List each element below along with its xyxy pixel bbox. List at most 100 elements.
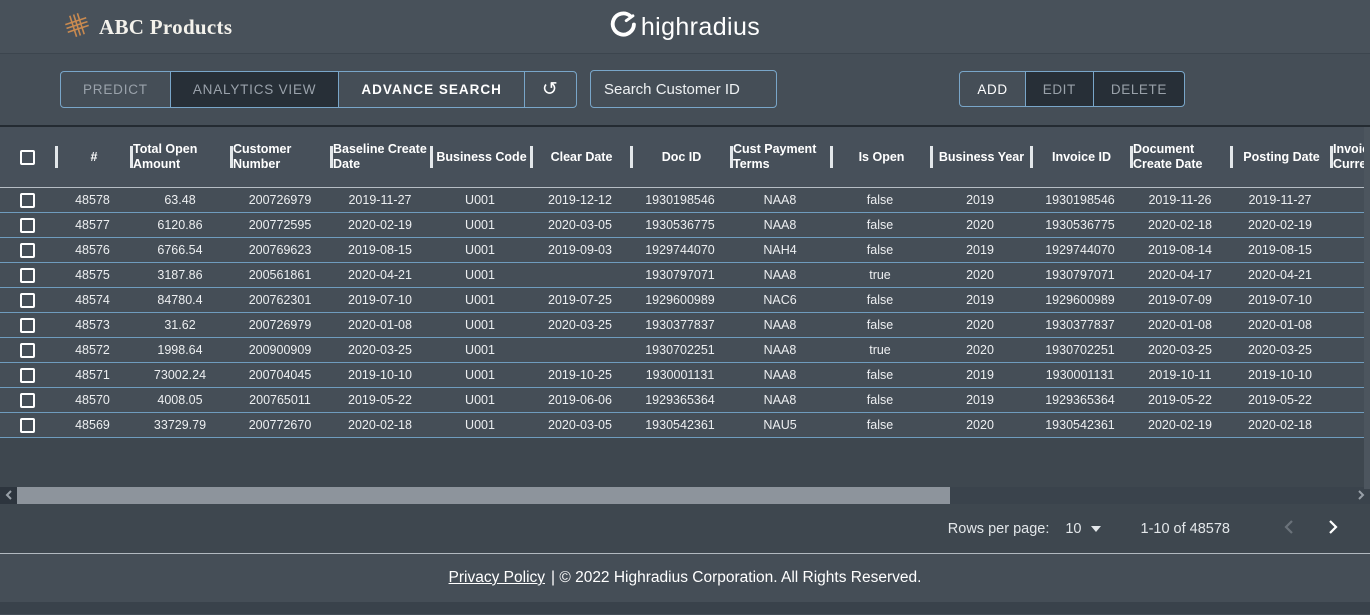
table-cell: 1930001131 <box>630 368 730 382</box>
select-all-checkbox[interactable] <box>20 150 35 165</box>
table-cell: 2019-07-09 <box>1130 293 1230 307</box>
table-cell: NAA8 <box>730 218 830 232</box>
table-row[interactable]: 4857484780.42007623012019-07-10U0012019-… <box>0 288 1370 313</box>
column-header-label: Posting Date <box>1233 150 1330 165</box>
table-cell: NAU5 <box>730 418 830 432</box>
table-cell: false <box>830 243 930 257</box>
scroll-left-button[interactable] <box>0 487 17 504</box>
edit-button[interactable]: EDIT <box>1025 71 1094 107</box>
table-cell: 48575 <box>55 268 130 282</box>
scrollbar-thumb[interactable] <box>17 487 950 504</box>
table-cell: 2020-01-08 <box>1230 318 1330 332</box>
analytics-view-button[interactable]: ANALYTICS VIEW <box>170 71 339 108</box>
delete-button[interactable]: DELETE <box>1093 71 1185 107</box>
rows-per-page-select[interactable]: 10 <box>1065 521 1100 537</box>
row-checkbox[interactable] <box>20 193 35 208</box>
row-checkbox-cell <box>0 263 55 287</box>
table-cell: 2019-12-12 <box>530 193 630 207</box>
row-checkbox[interactable] <box>20 418 35 433</box>
table-cell: 2019-05-22 <box>1230 393 1330 407</box>
page-range-label: 1-10 of 48578 <box>1141 521 1231 537</box>
table-cell: 48577 <box>55 218 130 232</box>
add-button[interactable]: ADD <box>959 71 1025 107</box>
chevron-left-icon <box>1283 523 1294 538</box>
table-cell: 2020-03-25 <box>530 318 630 332</box>
table-cell: 2020-04-21 <box>1230 268 1330 282</box>
top-bar: ABC Products highradius <box>0 0 1370 54</box>
row-checkbox-cell <box>0 363 55 387</box>
table-row[interactable]: 485753187.862005618612020-04-21U00119307… <box>0 263 1370 288</box>
column-header[interactable]: Total Open Amount <box>130 127 230 187</box>
privacy-policy-link[interactable]: Privacy Policy <box>449 569 545 587</box>
column-header[interactable]: Baseline Create Date <box>330 127 430 187</box>
table-cell: 73002.24 <box>130 368 230 382</box>
table-row[interactable]: 4857173002.242007040452019-10-10U0012019… <box>0 363 1370 388</box>
table-cell: 2019-08-15 <box>330 243 430 257</box>
table-cell: 2019 <box>930 393 1030 407</box>
table-row[interactable]: 485776120.862007725952020-02-19U0012020-… <box>0 213 1370 238</box>
table-cell: 2020-02-18 <box>330 418 430 432</box>
row-checkbox[interactable] <box>20 393 35 408</box>
table-row[interactable]: 485704008.052007650112019-05-22U0012019-… <box>0 388 1370 413</box>
row-checkbox[interactable] <box>20 293 35 308</box>
table-cell: 48578 <box>55 193 130 207</box>
column-header[interactable]: Invoice ID <box>1030 127 1130 187</box>
horizontal-scrollbar[interactable] <box>0 487 1370 504</box>
footer-bottom-strip <box>0 602 1370 614</box>
table-row[interactable]: 4856933729.792007726702020-02-18U0012020… <box>0 413 1370 438</box>
scroll-right-button[interactable] <box>1353 487 1369 504</box>
row-checkbox-cell <box>0 313 55 337</box>
table-cell: 2020 <box>930 218 1030 232</box>
table-cell: 200765011 <box>230 393 330 407</box>
column-header[interactable]: Document Create Date <box>1130 127 1230 187</box>
row-checkbox[interactable] <box>20 343 35 358</box>
table-cell: 2020-02-19 <box>1130 418 1230 432</box>
table-cell: U001 <box>430 193 530 207</box>
table-cell: NAA8 <box>730 368 830 382</box>
row-checkbox[interactable] <box>20 318 35 333</box>
table-cell: 31.62 <box>130 318 230 332</box>
column-header[interactable]: Cust Payment Terms <box>730 127 830 187</box>
column-header[interactable]: Is Open <box>830 127 930 187</box>
table-row[interactable]: 485766766.542007696232019-08-15U0012019-… <box>0 238 1370 263</box>
column-header-label: Doc ID <box>633 150 730 165</box>
column-header[interactable]: Doc ID <box>630 127 730 187</box>
table-cell: 2020-03-25 <box>330 343 430 357</box>
column-header[interactable]: Posting Date <box>1230 127 1330 187</box>
table-cell: 1930797071 <box>630 268 730 282</box>
row-checkbox[interactable] <box>20 368 35 383</box>
refresh-button[interactable]: ↺ <box>524 71 577 108</box>
table-cell: 2020-03-25 <box>1230 343 1330 357</box>
table-cell: 200704045 <box>230 368 330 382</box>
column-header[interactable]: Customer Number <box>230 127 330 187</box>
table-cell: 84780.4 <box>130 293 230 307</box>
row-checkbox[interactable] <box>20 268 35 283</box>
column-header[interactable]: Business Year <box>930 127 1030 187</box>
previous-page-button[interactable] <box>1274 519 1303 538</box>
column-header-label: Cust Payment Terms <box>733 142 830 172</box>
vertical-scrollbar-track[interactable] <box>1364 127 1370 489</box>
column-header[interactable]: # <box>55 127 130 187</box>
table-row[interactable]: 4857331.622007269792020-01-08U0012020-03… <box>0 313 1370 338</box>
advance-search-button[interactable]: ADVANCE SEARCH <box>338 71 525 108</box>
row-checkbox[interactable] <box>20 243 35 258</box>
predict-button[interactable]: PREDICT <box>60 71 171 108</box>
table-cell: 48570 <box>55 393 130 407</box>
table-cell: 2019-07-25 <box>530 293 630 307</box>
table-row[interactable]: 485721998.642009009092020-03-25U00119307… <box>0 338 1370 363</box>
table-cell: 2020-01-08 <box>330 318 430 332</box>
row-checkbox[interactable] <box>20 218 35 233</box>
column-header[interactable]: Business Code <box>430 127 530 187</box>
table-cell: 2019-05-22 <box>330 393 430 407</box>
table-cell: 2020-04-21 <box>330 268 430 282</box>
row-checkbox-cell <box>0 288 55 312</box>
next-page-button[interactable] <box>1319 519 1348 538</box>
table-cell: NAA8 <box>730 318 830 332</box>
search-input[interactable] <box>590 70 777 108</box>
table-cell: 200726979 <box>230 193 330 207</box>
table-cell: 1929365364 <box>630 393 730 407</box>
table-cell: 48571 <box>55 368 130 382</box>
table-row[interactable]: 4857863.482007269792019-11-27U0012019-12… <box>0 188 1370 213</box>
column-header[interactable]: Clear Date <box>530 127 630 187</box>
table-cell: false <box>830 368 930 382</box>
